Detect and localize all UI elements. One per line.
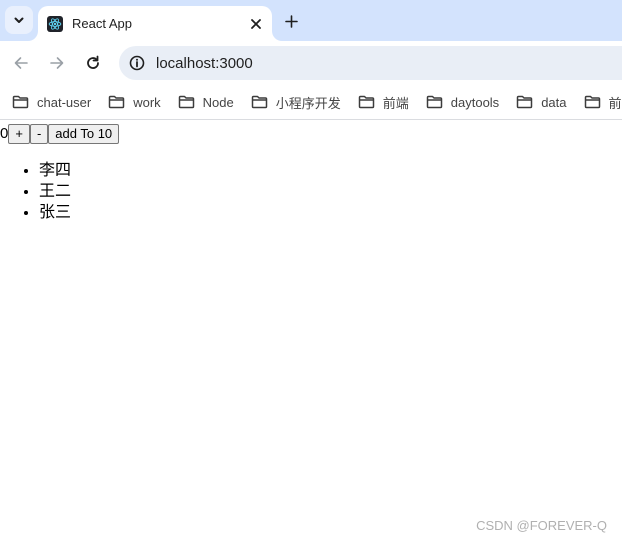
bookmark-item[interactable]: 小程序开发 — [251, 93, 341, 112]
bookmark-label: daytools — [450, 94, 500, 110]
arrow-left-icon — [14, 57, 28, 69]
info-icon — [129, 55, 145, 71]
bookmark-item[interactable]: data — [516, 94, 567, 110]
list-item: 王二 — [39, 181, 71, 202]
counter-row: 0 + - add To 10 — [0, 123, 120, 144]
name-list: 李四 王二 张三 — [0, 160, 71, 223]
bookmark-label: 前端 — [382, 95, 409, 111]
site-info-button[interactable] — [127, 53, 147, 73]
react-logo-icon — [47, 15, 63, 32]
folder-icon — [108, 95, 125, 109]
bookmark-item[interactable]: 前端 — [358, 93, 409, 112]
bookmark-label: 前端 — [608, 95, 622, 111]
folder-icon — [12, 95, 29, 109]
tab-close-button[interactable] — [246, 14, 266, 34]
count-value: 0 — [0, 125, 9, 142]
new-tab-button[interactable] — [279, 9, 303, 33]
tab-react-app[interactable]: React App — [38, 6, 272, 41]
bookmark-item[interactable]: daytools — [426, 95, 499, 110]
close-icon — [251, 18, 261, 29]
add-to-10-button[interactable]: add To 10 — [48, 123, 120, 144]
bookmark-item[interactable]: Node — [178, 95, 234, 110]
folder-icon — [516, 95, 533, 109]
list-item: 张三 — [39, 202, 71, 223]
bookmark-label: chat-user — [37, 94, 92, 110]
address-bar[interactable]: localhost:3000 — [119, 46, 622, 80]
url-text[interactable]: localhost:3000 — [156, 55, 253, 72]
bookmark-label: data — [541, 94, 567, 110]
list-item: 李四 — [39, 160, 71, 181]
back-button[interactable] — [7, 49, 35, 77]
bookmark-label: 小程序开发 — [275, 95, 341, 111]
toolbar: localhost:3000 — [0, 41, 622, 85]
plus-icon — [284, 14, 298, 28]
tab-search-button[interactable] — [5, 6, 33, 34]
watermark: CSDN @FOREVER-Q — [476, 518, 607, 533]
folder-icon — [251, 95, 267, 109]
bookmark-label: work — [133, 94, 161, 110]
chevron-down-icon — [14, 17, 24, 23]
folder-icon — [584, 95, 600, 109]
reload-button[interactable] — [79, 49, 107, 77]
folder-icon — [358, 95, 374, 109]
page-content: 0 + - add To 10 李四 王二 张三 CSDN @FOREVER-Q — [0, 120, 622, 542]
bookmarks-bar: chat-user work Node 小程序开发 前端 daytools data 前端 — [0, 85, 622, 119]
bookmark-item[interactable]: 前端 — [584, 93, 622, 112]
folder-icon — [426, 95, 443, 109]
tab-strip: React App — [0, 0, 622, 41]
tab-title: React App — [72, 16, 132, 31]
decrement-button[interactable]: - — [29, 123, 49, 144]
reload-icon — [87, 55, 99, 69]
bookmark-label: Node — [202, 94, 234, 110]
arrow-right-icon — [50, 57, 64, 69]
bookmark-item[interactable]: chat-user — [12, 95, 91, 110]
bookmark-item[interactable]: work — [108, 94, 161, 110]
increment-button[interactable]: + — [8, 123, 30, 144]
folder-icon — [178, 95, 194, 109]
forward-button[interactable] — [43, 49, 71, 77]
